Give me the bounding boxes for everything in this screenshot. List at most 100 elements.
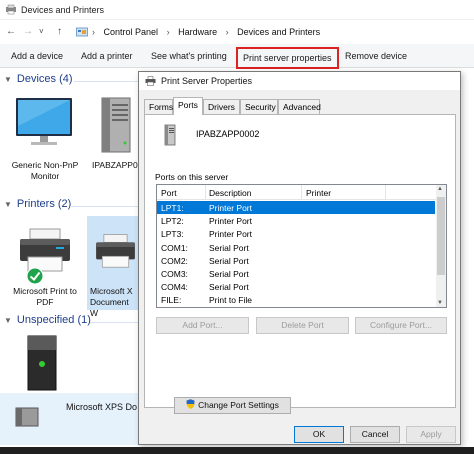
- dialog-title-bar[interactable]: Print Server Properties: [139, 72, 460, 90]
- port-row[interactable]: COM1: Serial Port: [157, 241, 435, 254]
- section-divider: [70, 206, 138, 207]
- default-printer-check-icon: [26, 267, 44, 285]
- port-description: Print to File: [209, 295, 252, 306]
- recent-locations-chevron-icon[interactable]: ˅: [39, 27, 44, 36]
- window-title-bar: Devices and Printers: [0, 0, 474, 20]
- port-description: Printer Port: [209, 203, 252, 213]
- port-description: Serial Port: [209, 282, 249, 293]
- device-label: Generic Non-PnP Monitor: [11, 160, 79, 181]
- address-bar: ← → ˅ ↑ › Control Panel › Hardware › Dev…: [0, 21, 474, 43]
- print-server-properties-dialog: Print Server Properties Forms Ports Driv…: [138, 71, 461, 445]
- tab-security[interactable]: Security: [240, 99, 278, 114]
- server-tower-icon: [101, 97, 131, 153]
- unspecified-section-header[interactable]: ▼ Unspecified (1): [4, 314, 91, 326]
- apply-button[interactable]: Apply: [406, 426, 456, 443]
- printer-tile-xps-selected[interactable]: Microsoft X Document W: [87, 216, 138, 318]
- breadcrumb-hardware[interactable]: Hardware: [178, 27, 217, 37]
- ports-list-scrollbar[interactable]: ▲ ▼: [436, 185, 446, 307]
- add-printer-button[interactable]: Add a printer: [81, 51, 133, 61]
- breadcrumb-control-panel[interactable]: Control Panel: [104, 27, 159, 37]
- delete-port-button[interactable]: Delete Port: [256, 317, 349, 334]
- port-name: COM3:: [161, 269, 188, 279]
- tab-forms[interactable]: Forms: [144, 99, 173, 114]
- remove-device-button[interactable]: Remove device: [345, 51, 407, 61]
- port-row[interactable]: COM3: Serial Port: [157, 267, 435, 280]
- back-arrow-icon[interactable]: ←: [6, 26, 16, 37]
- column-header-description[interactable]: Description: [209, 188, 252, 198]
- section-divider: [90, 322, 138, 323]
- tab-advanced[interactable]: Advanced: [278, 99, 321, 114]
- ports-list-label: Ports on this server: [155, 172, 229, 182]
- ok-button[interactable]: OK: [294, 426, 344, 443]
- configure-port-button[interactable]: Configure Port...: [355, 317, 447, 334]
- column-divider[interactable]: [205, 185, 206, 200]
- change-port-settings-label: Change Port Settings: [198, 400, 279, 410]
- breadcrumb: › Control Panel › Hardware › Devices and…: [92, 27, 320, 37]
- server-name: IPABZAPP0002: [196, 129, 260, 139]
- column-divider[interactable]: [385, 185, 386, 200]
- device-label: IPABZAPP0: [92, 160, 138, 170]
- see-whats-printing-button[interactable]: See what's printing: [151, 51, 227, 61]
- uac-shield-icon: [186, 399, 195, 409]
- port-description: Printer Port: [209, 229, 252, 240]
- port-name: COM1:: [161, 242, 188, 253]
- add-device-button[interactable]: Add a device: [11, 51, 63, 61]
- port-row[interactable]: LPT3: Printer Port: [157, 227, 435, 240]
- print-server-properties-button[interactable]: Print server properties: [236, 47, 339, 69]
- server-tower-icon: [15, 407, 39, 427]
- server-tower-icon: [164, 124, 176, 146]
- up-arrow-icon[interactable]: ↑: [57, 26, 62, 37]
- breadcrumb-devices-and-printers[interactable]: Devices and Printers: [237, 27, 320, 37]
- port-row[interactable]: COM2: Serial Port: [157, 254, 435, 267]
- forward-arrow-icon[interactable]: →: [23, 26, 33, 37]
- command-bar: Add a device Add a printer See what's pr…: [0, 44, 474, 69]
- control-panel-icon: [76, 27, 88, 37]
- printer-icon: [145, 76, 156, 86]
- ports-list[interactable]: Port Description Printer LPT1: Printer Po…: [156, 184, 447, 308]
- port-description: Serial Port: [209, 255, 249, 266]
- column-header-printer[interactable]: Printer: [306, 188, 331, 198]
- column-header-port[interactable]: Port: [161, 188, 177, 198]
- collapse-chevron-icon: ▼: [4, 200, 12, 209]
- add-port-button[interactable]: Add Port...: [156, 317, 249, 334]
- port-row[interactable]: FILE: Print to File: [157, 293, 435, 306]
- breadcrumb-separator: ›: [166, 27, 170, 37]
- ports-tab-panel: IPABZAPP0002 Ports on this server Port D…: [144, 114, 456, 414]
- tab-drivers[interactable]: Drivers: [203, 99, 240, 114]
- collapse-chevron-icon: ▼: [4, 316, 12, 325]
- printer-icon: [96, 234, 135, 268]
- scroll-down-arrow-icon[interactable]: ▼: [437, 300, 443, 306]
- breadcrumb-separator: ›: [225, 27, 229, 37]
- dialog-title: Print Server Properties: [161, 76, 253, 86]
- printer-icon: [20, 228, 70, 272]
- port-name: COM2:: [161, 255, 188, 266]
- printer-label: Microsoft Print to PDF: [13, 286, 77, 307]
- port-row[interactable]: COM4: Serial Port: [157, 280, 435, 293]
- port-row[interactable]: LPT2: Printer Port: [157, 214, 435, 227]
- ports-list-header: Port Description Printer: [157, 185, 437, 200]
- devices-section-title: Devices (4): [16, 73, 73, 85]
- tab-ports[interactable]: Ports: [173, 97, 203, 115]
- port-name: LPT1:: [161, 203, 184, 213]
- printers-section-header[interactable]: ▼ Printers (2): [4, 198, 71, 210]
- monitor-icon: [16, 98, 72, 145]
- port-row[interactable]: LPT1: Printer Port: [157, 201, 435, 214]
- devices-section-header[interactable]: ▼ Devices (4): [4, 73, 73, 85]
- cancel-button[interactable]: Cancel: [350, 426, 400, 443]
- column-divider[interactable]: [301, 185, 302, 200]
- scrollbar-thumb[interactable]: [437, 197, 445, 275]
- printer-label: Microsoft X Document W: [90, 286, 133, 318]
- breadcrumb-separator: ›: [92, 27, 95, 37]
- server-tower-icon: [27, 335, 57, 391]
- taskbar: [0, 447, 474, 454]
- window-title: Devices and Printers: [21, 5, 105, 15]
- change-port-settings-button[interactable]: Change Port Settings: [174, 397, 291, 414]
- device-label: Microsoft XPS Do: [66, 402, 138, 412]
- port-name: LPT3:: [161, 229, 184, 240]
- port-description: Printer Port: [209, 216, 252, 227]
- scroll-up-arrow-icon[interactable]: ▲: [437, 186, 443, 192]
- section-divider: [74, 81, 138, 82]
- port-description: Serial Port: [209, 242, 249, 253]
- unspecified-section-title: Unspecified (1): [16, 314, 91, 326]
- port-description: Serial Port: [209, 269, 249, 279]
